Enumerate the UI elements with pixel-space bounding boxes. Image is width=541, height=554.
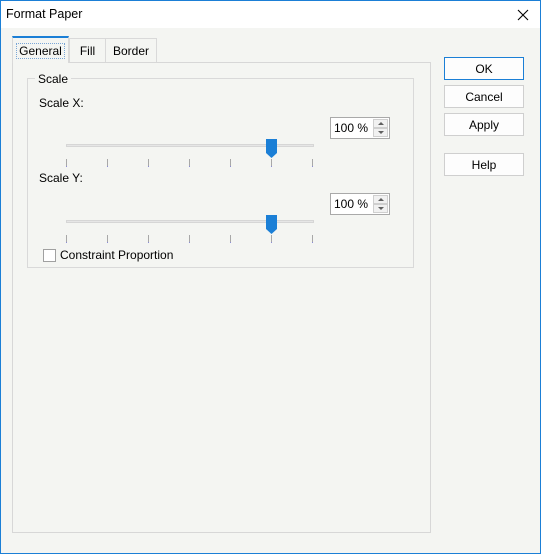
scale-y-decrement-button[interactable] [373, 204, 388, 213]
scale-x-input[interactable] [331, 118, 373, 138]
help-button[interactable]: Help [444, 153, 524, 176]
scale-x-label: Scale X: [39, 96, 84, 110]
slider-tick [66, 159, 67, 167]
scale-y-spinbox [330, 193, 390, 215]
tab-border[interactable]: Border [105, 38, 157, 63]
scale-y-slider[interactable] [66, 215, 316, 245]
constraint-proportion-label: Constraint Proportion [60, 248, 174, 262]
tab-general-label: General [16, 42, 65, 59]
format-paper-dialog: Format Paper General Fill Border Scale S… [0, 0, 541, 554]
slider-tick [189, 235, 190, 243]
slider-tick [148, 235, 149, 243]
slider-tick [230, 159, 231, 167]
slider-tick [271, 159, 272, 167]
tab-fill-label: Fill [79, 44, 96, 58]
scale-group-legend: Scale [35, 72, 72, 86]
apply-button[interactable]: Apply [444, 113, 524, 136]
scale-x-increment-button[interactable] [373, 119, 388, 128]
scale-x-spinbox [330, 117, 390, 139]
cancel-button[interactable]: Cancel [444, 85, 524, 108]
slider-tick [107, 235, 108, 243]
window-title: Format Paper [6, 7, 83, 21]
tab-border-label: Border [112, 44, 150, 58]
slider-tick [312, 159, 313, 167]
slider-thumb[interactable] [266, 139, 277, 158]
scale-y-input[interactable] [331, 194, 373, 214]
close-icon [517, 9, 529, 20]
scale-x-spin-buttons [373, 119, 388, 137]
arrow-down-icon [377, 207, 384, 210]
tab-general[interactable]: General [12, 36, 69, 63]
scale-x-decrement-button[interactable] [373, 128, 388, 137]
tab-fill[interactable]: Fill [69, 38, 106, 63]
title-bar: Format Paper [1, 1, 540, 28]
constraint-proportion-checkbox[interactable] [43, 248, 56, 262]
close-button[interactable] [506, 1, 540, 28]
slider-tick [148, 159, 149, 167]
scale-y-spin-buttons [373, 195, 388, 213]
slider-tick [189, 159, 190, 167]
ok-button[interactable]: OK [444, 57, 524, 80]
arrow-up-icon [377, 198, 384, 201]
scale-groupbox: Scale Scale X: Scale Y: [27, 72, 414, 268]
scale-x-slider[interactable] [66, 139, 316, 169]
slider-tick [271, 235, 272, 243]
scale-y-label: Scale Y: [39, 171, 83, 185]
general-tab-panel: Scale Scale X: Scale Y: [12, 62, 431, 533]
slider-tick [230, 235, 231, 243]
slider-thumb[interactable] [266, 215, 277, 234]
constraint-proportion-checkbox-row[interactable]: Constraint Proportion [43, 248, 173, 262]
slider-tick [312, 235, 313, 243]
arrow-down-icon [377, 131, 384, 134]
scale-y-increment-button[interactable] [373, 195, 388, 204]
slider-tick [107, 159, 108, 167]
slider-tick [66, 235, 67, 243]
arrow-up-icon [377, 122, 384, 125]
